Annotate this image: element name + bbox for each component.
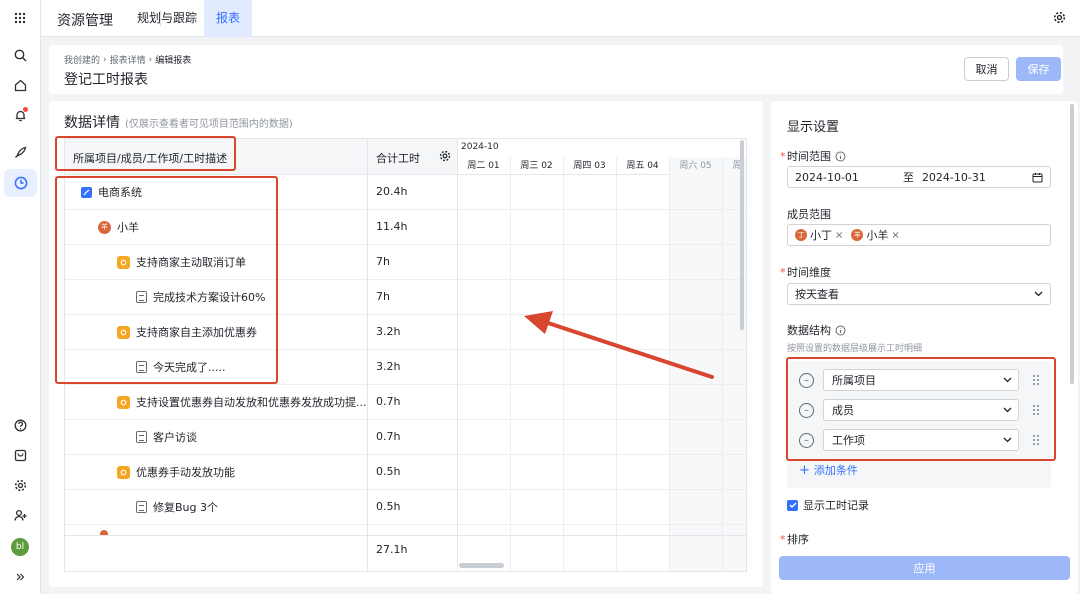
annotation-arrow — [524, 311, 714, 379]
